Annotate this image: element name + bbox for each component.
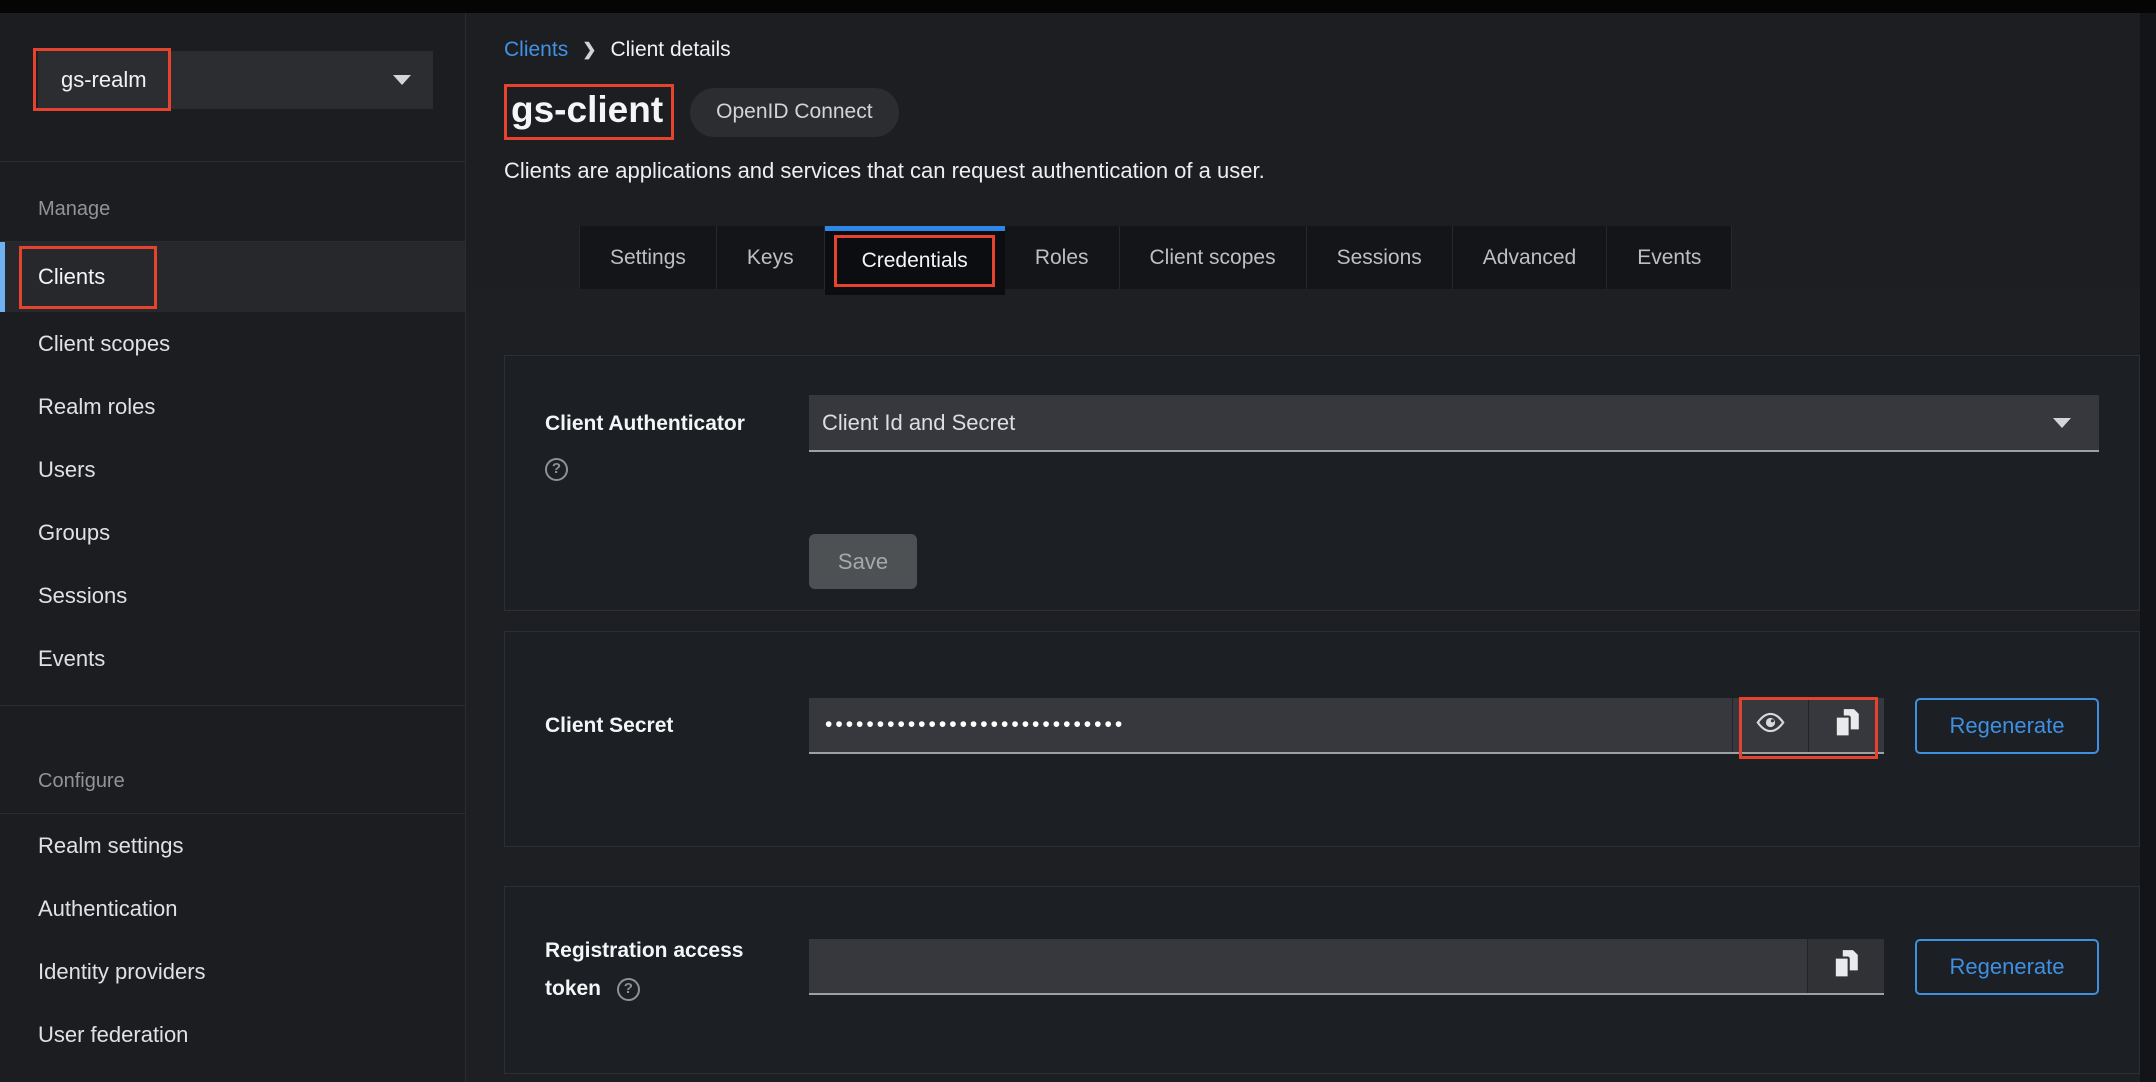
chevron-down-icon — [2053, 418, 2071, 428]
registration-token-label-line1: Registration access — [545, 932, 809, 970]
chevron-right-icon: ❯ — [582, 40, 596, 60]
protocol-badge: OpenID Connect — [690, 88, 898, 137]
sidebar-item-label: Authentication — [38, 896, 177, 922]
sidebar-item-clients[interactable]: Clients — [0, 242, 465, 312]
registration-token-card: Registration access token ? — [504, 886, 2140, 1074]
client-authenticator-label: Client Authenticator — [545, 405, 809, 443]
breadcrumb: Clients ❯ Client details — [504, 38, 2156, 62]
sidebar-item-label: User federation — [38, 1022, 188, 1048]
sidebar-item-label: Events — [38, 646, 105, 672]
sidebar-item-realm-roles[interactable]: Realm roles — [0, 375, 465, 438]
realm-name: gs-realm — [53, 67, 155, 93]
client-authenticator-value: Client Id and Secret — [822, 410, 1015, 436]
nav-section-title-manage: Manage — [0, 161, 465, 242]
client-secret-card: Client Secret ••••••••••••••••••••••••••… — [504, 631, 2140, 847]
client-authenticator-card: Client Authenticator ? Client Id and Sec… — [504, 355, 2140, 611]
registration-token-input[interactable] — [809, 939, 1807, 993]
nav-group-configure: Configure Realm settings Authentication … — [0, 705, 465, 1066]
sidebar-item-client-scopes[interactable]: Client scopes — [0, 312, 465, 375]
tab-advanced[interactable]: Advanced — [1453, 226, 1607, 289]
page-description: Clients are applications and services th… — [504, 158, 2156, 184]
sidebar-item-events[interactable]: Events — [0, 627, 465, 690]
tab-bar: Settings Keys Credentials Roles Client s… — [579, 226, 2156, 289]
sidebar-item-groups[interactable]: Groups — [0, 501, 465, 564]
show-secret-button[interactable] — [1732, 698, 1808, 752]
page-title: gs-client — [511, 89, 663, 131]
copy-icon — [1833, 949, 1859, 984]
help-icon[interactable]: ? — [617, 978, 640, 1001]
sidebar-item-user-federation[interactable]: User federation — [0, 1003, 465, 1066]
sidebar-item-label: Sessions — [38, 583, 127, 609]
sidebar: gs-realm Manage Clients Client scopes Re… — [0, 13, 466, 1082]
sidebar-item-label: Client scopes — [38, 331, 170, 357]
tab-settings[interactable]: Settings — [579, 226, 717, 289]
sidebar-item-authentication[interactable]: Authentication — [0, 877, 465, 940]
client-secret-label-col: Client Secret — [545, 698, 809, 754]
save-button[interactable]: Save — [809, 534, 917, 589]
client-secret-input[interactable]: ••••••••••••••••••••••••••••• — [809, 698, 1732, 752]
registration-token-input-group — [809, 939, 1884, 995]
eye-icon — [1756, 712, 1785, 738]
registration-token-label-line2: token ? — [545, 970, 809, 1008]
sidebar-item-sessions[interactable]: Sessions — [0, 564, 465, 627]
sidebar-item-realm-settings[interactable]: Realm settings — [0, 814, 465, 877]
annotation-box-title: gs-client — [504, 84, 674, 140]
tab-keys[interactable]: Keys — [717, 226, 825, 289]
tab-sessions[interactable]: Sessions — [1307, 226, 1453, 289]
help-icon[interactable]: ? — [545, 458, 568, 481]
title-row: gs-client OpenID Connect — [504, 84, 2156, 140]
sidebar-item-identity-providers[interactable]: Identity providers — [0, 940, 465, 1003]
regenerate-secret-button[interactable]: Regenerate — [1915, 698, 2099, 754]
registration-token-label-col: Registration access token ? — [545, 926, 809, 1008]
breadcrumb-link-clients[interactable]: Clients — [504, 38, 568, 62]
tab-roles[interactable]: Roles — [1005, 226, 1120, 289]
client-secret-actions — [1732, 698, 1884, 752]
sidebar-item-label: Realm settings — [38, 833, 184, 859]
chevron-down-icon — [393, 75, 411, 85]
tab-events[interactable]: Events — [1607, 226, 1732, 289]
client-secret-input-group: ••••••••••••••••••••••••••••• — [809, 698, 1884, 754]
client-secret-label: Client Secret — [545, 714, 673, 737]
sidebar-item-label: Identity providers — [38, 959, 206, 985]
realm-selector[interactable]: gs-realm — [38, 51, 433, 109]
sidebar-item-label: Clients — [38, 264, 105, 290]
tab-credentials[interactable]: Credentials — [825, 226, 1005, 295]
nav-section-title-configure: Configure — [0, 705, 465, 814]
masthead — [0, 0, 2156, 13]
copy-icon — [1834, 708, 1860, 743]
copy-token-button[interactable] — [1807, 939, 1884, 993]
main-area: Clients ❯ Client details gs-client OpenI… — [466, 13, 2156, 1082]
sidebar-item-label: Realm roles — [38, 394, 155, 420]
app-layout: gs-realm Manage Clients Client scopes Re… — [0, 13, 2156, 1082]
regenerate-token-button[interactable]: Regenerate — [1915, 939, 2099, 995]
sidebar-item-users[interactable]: Users — [0, 438, 465, 501]
copy-secret-button[interactable] — [1808, 698, 1884, 752]
tab-client-scopes[interactable]: Client scopes — [1120, 226, 1307, 289]
breadcrumb-current: Client details — [610, 38, 730, 62]
scrollbar[interactable] — [2140, 13, 2156, 1082]
client-authenticator-select[interactable]: Client Id and Secret — [809, 395, 2099, 452]
client-authenticator-label-col: Client Authenticator ? — [545, 395, 809, 589]
sidebar-item-label: Users — [38, 457, 95, 483]
page-header: Clients ❯ Client details gs-client OpenI… — [466, 13, 2156, 289]
nav-group-manage: Manage Clients Client scopes Realm roles… — [0, 161, 465, 690]
credentials-panel: Client Authenticator ? Client Id and Sec… — [466, 289, 2156, 1082]
sidebar-item-label: Groups — [38, 520, 110, 546]
